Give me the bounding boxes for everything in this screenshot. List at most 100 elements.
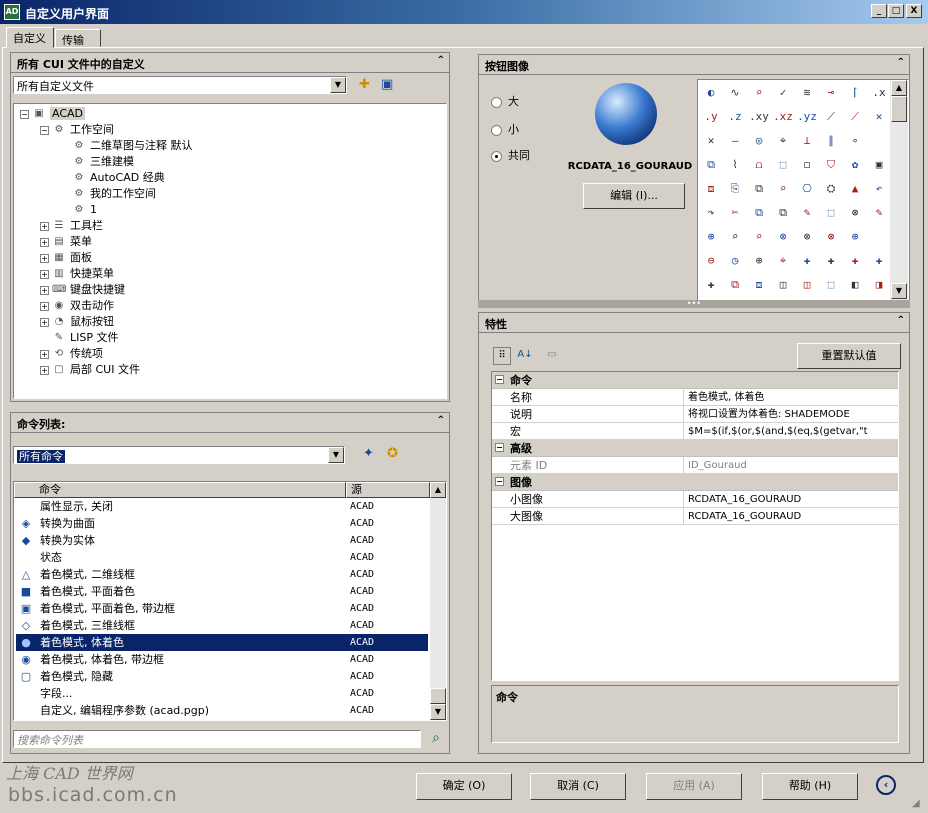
ok-button[interactable]: 确定 (O)	[416, 773, 512, 800]
toolbar-image-cell[interactable]: ⌈	[843, 81, 867, 104]
toolbar-image-cell[interactable]: ✚	[843, 249, 867, 272]
toolbar-image-cell[interactable]: ⟋	[843, 105, 867, 128]
toolbar-image-cell[interactable]: ✂	[723, 201, 747, 224]
property-grid[interactable]: − 命令 名称 着色模式, 体着色 说明 将视口设置为体着色: SHADEMODE 宏 $M=…	[491, 371, 899, 681]
scroll-down-icon[interactable]: ▼	[430, 704, 446, 720]
open-file-icon[interactable]: ✚	[359, 77, 375, 93]
toolbar-image-cell[interactable]: ⧉	[723, 273, 747, 296]
tree-item[interactable]: + ⌨ 键盘快捷键	[40, 282, 125, 298]
toolbar-image-cell[interactable]: ⌕	[747, 225, 771, 248]
tree-item[interactable]: − ▣ ACAD	[20, 106, 86, 122]
property-category[interactable]: − 图像	[492, 474, 898, 491]
minimize-button[interactable]: _	[871, 4, 887, 18]
toolbar-image-cell[interactable]: ⩍	[747, 153, 771, 176]
toolbar-image-cell[interactable]: ✚	[699, 273, 723, 296]
cui-tree[interactable]: − ▣ ACAD − ⚙ 工作空间 ⚙ 二维草图与注释 默认 ⚙ 三维建模 ⚙ AutoCAD 经典 ⚙…	[13, 103, 447, 399]
toolbar-image-cell[interactable]: ⌖	[771, 129, 795, 152]
expand-icon[interactable]: +	[40, 317, 49, 327]
collapse-icon[interactable]: ⌃	[437, 415, 445, 426]
toolbar-image-cell[interactable]: ⊗	[771, 225, 795, 248]
toolbar-image-cell[interactable]: ⌕	[723, 225, 747, 248]
toolbar-image-cell[interactable]: ⌕	[747, 81, 771, 104]
toolbar-image-cell[interactable]: ✕	[699, 129, 723, 152]
tab-customize[interactable]: 自定义	[6, 27, 54, 48]
toolbar-image-cell[interactable]: ⧉	[747, 177, 771, 200]
toolbar-image-cell[interactable]: ✚	[819, 249, 843, 272]
toolbar-image-cell[interactable]: ◧	[843, 273, 867, 296]
toolbar-image-cell[interactable]: .z	[723, 105, 747, 128]
property-value[interactable]: RCDATA_16_GOURAUD	[686, 491, 896, 508]
collapse-icon[interactable]: ⌃	[897, 57, 905, 68]
collapse-icon[interactable]: −	[495, 477, 504, 486]
toolbar-image-cell[interactable]: ⛉	[819, 153, 843, 176]
toolbar-image-cell[interactable]: ✓	[771, 81, 795, 104]
tree-item[interactable]: − ⚙ 工作空间	[40, 122, 114, 138]
toolbar-image-cell[interactable]: ⬚	[819, 273, 843, 296]
toolbar-image-cell[interactable]	[867, 129, 891, 152]
toolbar-image-cell[interactable]: .xz	[771, 105, 795, 128]
tree-item[interactable]: ⚙ 我的工作空间	[60, 186, 156, 202]
expand-icon[interactable]: +	[40, 253, 49, 263]
toolbar-image-cell[interactable]: ↶	[867, 177, 891, 200]
toolbar-image-cell[interactable]: ✎	[867, 201, 891, 224]
new-command-icon[interactable]: ✦	[363, 446, 379, 462]
toolbar-image-cell[interactable]	[867, 225, 891, 248]
scroll-down-icon[interactable]: ▼	[891, 283, 907, 299]
property-value[interactable]: 将视口设置为体着色: SHADEMODE	[686, 406, 896, 423]
toolbar-image-cell[interactable]: ⎔	[795, 177, 819, 200]
property-row[interactable]: 大图像 RCDATA_16_GOURAUD	[492, 508, 898, 525]
cancel-button[interactable]: 取消 (C)	[530, 773, 626, 800]
toolbar-image-cell[interactable]: ⊖	[699, 249, 723, 272]
tree-item[interactable]: ✎ LISP 文件	[40, 330, 119, 346]
toolbar-image-cell[interactable]: .x	[867, 81, 891, 104]
toolbar-image-cell[interactable]: ⊸	[819, 81, 843, 104]
toolbar-image-cell[interactable]: ⊕	[699, 225, 723, 248]
button-image-grid[interactable]: ▲ ▼ ◐ ∿ ⌕ ✓ ≋ ⊸ ⌈ .x .y .z .xy .xz .yz ⟋ ⟋ ✕ ✕ — ◎ ⌖ ⊥ ∥ ∘ ⧉ ⌇ ⩍ ⬚…	[697, 79, 909, 301]
command-row[interactable]: 属性显示, 关闭 ACAD	[16, 498, 428, 515]
toolbar-image-cell[interactable]: ▲	[843, 177, 867, 200]
command-row[interactable]: ◈ 转换为曲面 ACAD	[16, 515, 428, 532]
resize-grip-icon[interactable]: ◢	[912, 798, 920, 809]
tree-item[interactable]: + ▤ 菜单	[40, 234, 92, 250]
cui-filter-combo[interactable]: 所有自定义文件 ▼	[13, 76, 347, 94]
toolbar-image-cell[interactable]: ≋	[795, 81, 819, 104]
collapse-icon[interactable]: −	[40, 125, 49, 135]
toolbar-image-cell[interactable]: ⬚	[771, 153, 795, 176]
help-button[interactable]: 帮助 (H)	[762, 773, 858, 800]
expand-icon[interactable]: +	[40, 285, 49, 295]
command-row[interactable]: ◇ 着色模式, 三维线框 ACAD	[16, 617, 428, 634]
toolbar-image-cell[interactable]: ⊗	[795, 225, 819, 248]
size-small-radio[interactable]: 小	[491, 121, 519, 137]
property-value[interactable]: 着色模式, 体着色	[686, 389, 896, 406]
command-row[interactable]: 状态 ACAD	[16, 549, 428, 566]
toolbar-image-cell[interactable]: ⟋	[819, 105, 843, 128]
radio-small-icon[interactable]	[491, 124, 502, 136]
toolbar-image-cell[interactable]: ▣	[867, 153, 891, 176]
save-icon[interactable]: ▣	[381, 77, 397, 93]
collapse-panel-icon[interactable]: ‹	[876, 775, 896, 795]
toolbar-image-cell[interactable]: ◫	[771, 273, 795, 296]
chevron-down-icon[interactable]: ▼	[330, 77, 346, 93]
toolbar-image-cell[interactable]: ∥	[819, 129, 843, 152]
command-row[interactable]: ◉ 着色模式, 体着色, 带边框 ACAD	[16, 651, 428, 668]
edit-image-button[interactable]: 编辑 (I)...	[583, 183, 685, 209]
property-category[interactable]: − 高级	[492, 440, 898, 457]
toolbar-image-cell[interactable]: ✎	[795, 201, 819, 224]
collapse-icon[interactable]: −	[495, 375, 504, 384]
command-row[interactable]: 字段... ACAD	[16, 685, 428, 702]
collapse-icon[interactable]: −	[20, 109, 29, 119]
tree-item[interactable]: ⚙ AutoCAD 经典	[60, 170, 165, 186]
property-value[interactable]: RCDATA_16_GOURAUD	[686, 508, 896, 525]
toolbar-image-cell[interactable]: ∿	[723, 81, 747, 104]
command-row[interactable]: ■ 着色模式, 平面着色 ACAD	[16, 583, 428, 600]
property-pages-icon[interactable]: ▭	[543, 347, 561, 365]
categorized-icon[interactable]: ⠿	[493, 347, 511, 365]
command-list-scrollbar[interactable]: ▲ ▼	[430, 482, 446, 720]
expand-icon[interactable]: +	[40, 221, 49, 231]
tree-item[interactable]: ⚙ 二维草图与注释 默认	[60, 138, 193, 154]
toolbar-image-cell[interactable]: ⧈	[699, 177, 723, 200]
splitter-handle[interactable]: •••	[478, 300, 910, 308]
command-row[interactable]: ▣ 着色模式, 平面着色, 带边框 ACAD	[16, 600, 428, 617]
radio-large-icon[interactable]	[491, 96, 502, 108]
radio-both-icon[interactable]	[491, 150, 502, 162]
